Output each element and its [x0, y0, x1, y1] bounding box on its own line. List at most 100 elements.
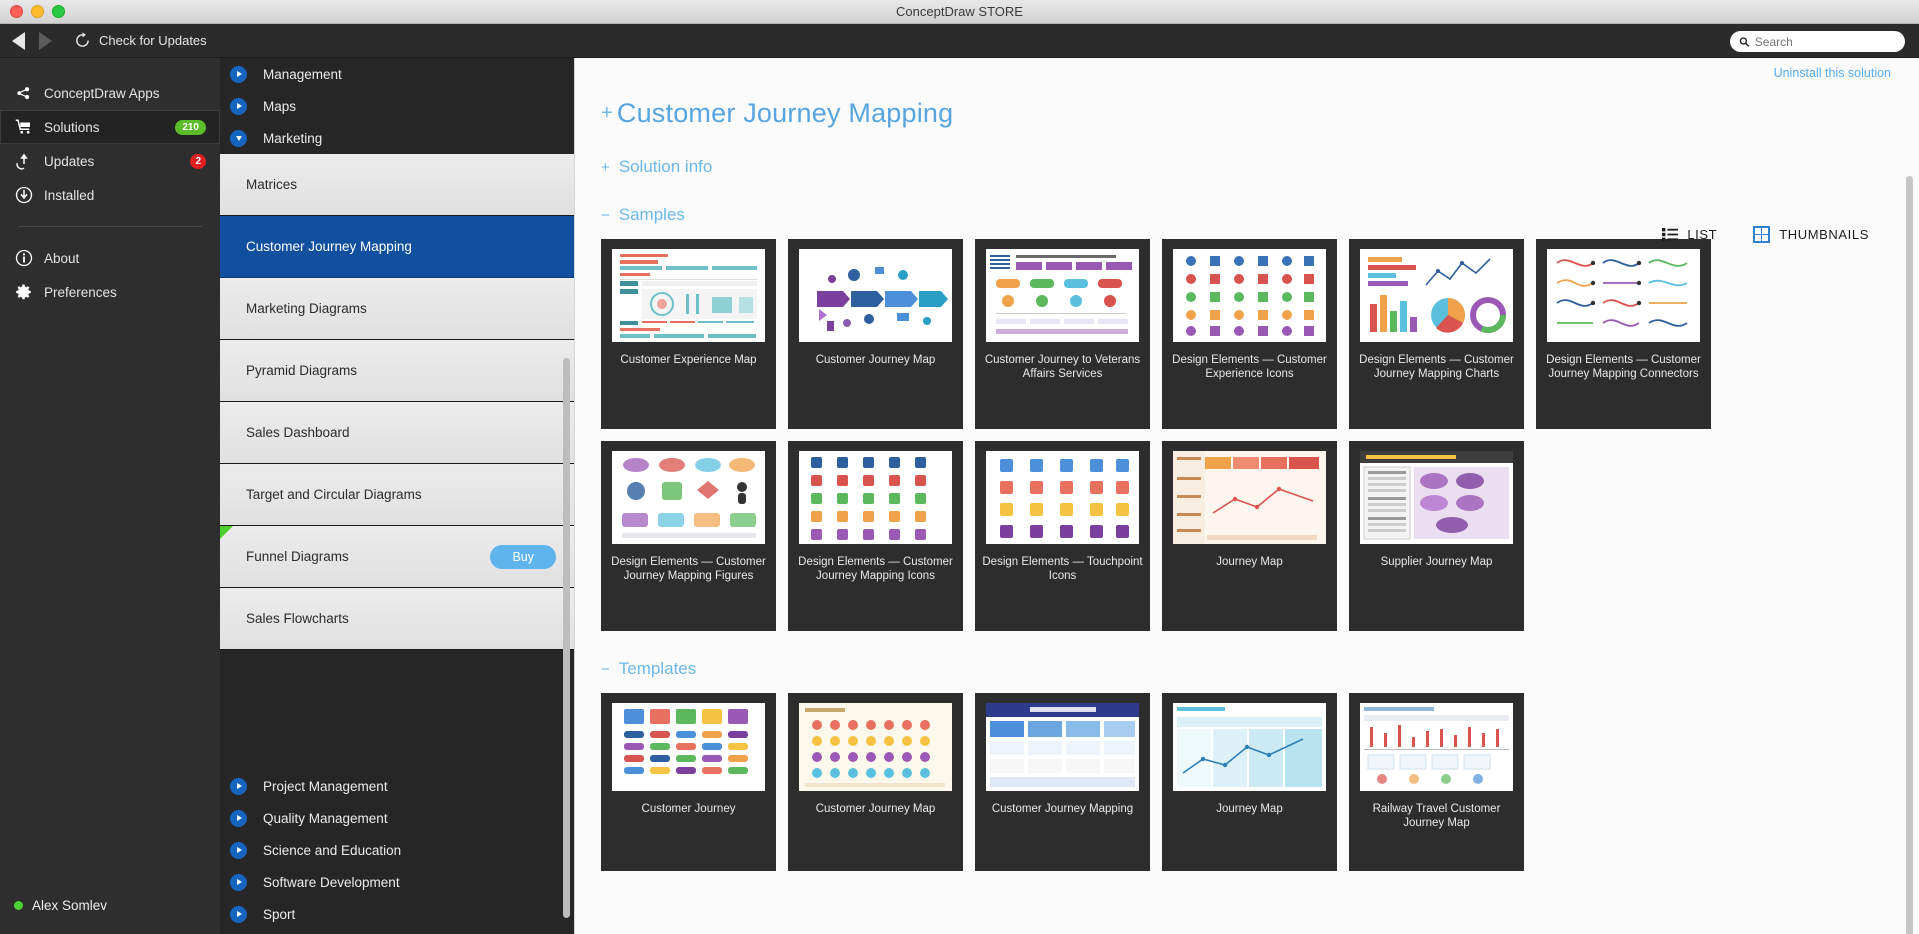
apps-icon: [14, 84, 33, 103]
sidebar-item-preferences[interactable]: Preferences: [0, 275, 220, 309]
sample-card[interactable]: Design Elements — Customer Journey Mappi…: [1349, 239, 1524, 429]
template-card[interactable]: Customer Journey Mapping: [975, 693, 1150, 871]
section-samples[interactable]: − Samples: [575, 205, 1889, 225]
thumbnail-graphic-tpl-map: [799, 703, 952, 791]
refresh-icon: [76, 32, 89, 47]
category-item-sales-flowcharts[interactable]: Sales Flowcharts: [220, 588, 574, 650]
sample-thumbnail: [1360, 451, 1513, 544]
uninstall-solution-link[interactable]: Uninstall this solution: [1774, 66, 1891, 80]
sample-thumbnail: [799, 249, 952, 342]
category-item-pyramid-diagrams[interactable]: Pyramid Diagrams: [220, 340, 574, 402]
view-mode-thumbnails[interactable]: THUMBNAILS: [1753, 226, 1869, 243]
sidebar-item-conceptdraw-apps[interactable]: ConceptDraw Apps: [0, 76, 220, 110]
sample-thumbnail: [799, 451, 952, 544]
chevron-right-icon: [230, 905, 247, 923]
thumbnail-graphic-experience-map: [612, 249, 765, 342]
category-item-list: Matrices Customer Journey Mapping Market…: [220, 154, 574, 770]
category-group-software-development[interactable]: Software Development: [220, 866, 574, 898]
sample-card[interactable]: Customer Journey to Veterans Affairs Ser…: [975, 239, 1150, 429]
category-item-customer-journey-mapping[interactable]: Customer Journey Mapping: [220, 216, 574, 278]
template-card[interactable]: Journey Map: [1162, 693, 1337, 871]
thumbnail-graphic-journey-chart: [1173, 451, 1326, 544]
category-group-marketing[interactable]: Marketing: [220, 122, 574, 154]
download-icon: [14, 186, 33, 205]
category-group-sport[interactable]: Sport: [220, 898, 574, 930]
user-account-row[interactable]: Alex Somlev: [0, 890, 220, 920]
template-label: Customer Journey: [641, 803, 736, 815]
sample-label: Design Elements — Touchpoint Icons: [982, 556, 1143, 582]
search-box[interactable]: [1730, 31, 1905, 52]
view-mode-label: THUMBNAILS: [1779, 227, 1869, 242]
section-expander: −: [601, 207, 610, 224]
sample-card[interactable]: Supplier Journey Map: [1349, 441, 1524, 631]
back-arrow-icon[interactable]: [12, 31, 25, 50]
sample-thumbnail: [612, 451, 765, 544]
category-item-label: Marketing Diagrams: [246, 301, 367, 316]
sample-card[interactable]: Design Elements — Customer Journey Mappi…: [601, 441, 776, 631]
category-item-matrices[interactable]: Matrices: [220, 154, 574, 216]
main-content: Uninstall this solution + Customer Journe…: [575, 58, 1919, 934]
buy-button[interactable]: Buy: [490, 544, 556, 569]
template-card[interactable]: Railway Travel Customer Journey Map: [1349, 693, 1524, 871]
sample-thumbnail: [1173, 451, 1326, 544]
category-group-science-and-education[interactable]: Science and Education: [220, 834, 574, 866]
sample-card[interactable]: Design Elements — Customer Journey Mappi…: [788, 441, 963, 631]
sample-label: Customer Journey to Veterans Affairs Ser…: [984, 354, 1141, 380]
thumbnail-graphic-tpl-railway: [1360, 703, 1513, 791]
category-item-label: Matrices: [246, 177, 298, 192]
category-group-maps[interactable]: Maps: [220, 90, 574, 122]
sample-card[interactable]: Design Elements — Customer Experience Ic…: [1162, 239, 1337, 429]
category-group-label: Science and Education: [263, 842, 402, 858]
sidebar-item-about[interactable]: About: [0, 241, 220, 275]
sidebar-item-solutions[interactable]: Solutions 210: [0, 110, 220, 144]
left-sidebar: ConceptDraw Apps Solutions 210 Updates 2…: [0, 58, 220, 934]
category-group-label: Sport: [263, 906, 296, 922]
search-input[interactable]: [1754, 34, 1896, 49]
chevron-right-icon: [230, 97, 247, 115]
cart-icon: [14, 118, 33, 137]
category-item-marketing-diagrams[interactable]: Marketing Diagrams: [220, 278, 574, 340]
template-thumbnail: [799, 703, 952, 791]
page-title-expander[interactable]: +: [601, 102, 613, 124]
sidebar-primary-nav: ConceptDraw Apps Solutions 210 Updates 2…: [0, 58, 220, 309]
main-content-scrollbar[interactable]: [1906, 176, 1913, 934]
template-thumbnail: [1173, 703, 1326, 791]
sample-card[interactable]: Design Elements — Customer Journey Mappi…: [1536, 239, 1711, 429]
category-group-project-management[interactable]: Project Management: [220, 770, 574, 802]
sample-card[interactable]: Journey Map: [1162, 441, 1337, 631]
sample-card[interactable]: Customer Experience Map: [601, 239, 776, 429]
template-card[interactable]: Customer Journey Map: [788, 693, 963, 871]
category-group-quality-management[interactable]: Quality Management: [220, 802, 574, 834]
category-item-target-and-circular-diagrams[interactable]: Target and Circular Diagrams: [220, 464, 574, 526]
thumbnail-graphic-tpl-mapping: [986, 703, 1139, 791]
info-icon: [14, 249, 33, 268]
sidebar-label: Preferences: [44, 284, 117, 300]
sample-thumbnail: [1547, 249, 1700, 342]
check-for-updates-button[interactable]: Check for Updates: [74, 32, 207, 49]
category-item-label: Target and Circular Diagrams: [246, 487, 422, 502]
thumbnail-graphic-charts: [1360, 249, 1513, 342]
sidebar-item-installed[interactable]: Installed: [0, 178, 220, 212]
chevron-right-icon: [230, 65, 247, 83]
view-mode-toggle: LIST THUMBNAILS: [1662, 226, 1869, 243]
template-card[interactable]: Customer Journey: [601, 693, 776, 871]
category-panel-scrollbar[interactable]: [563, 358, 570, 918]
sidebar-item-updates[interactable]: Updates 2: [0, 144, 220, 178]
sample-card[interactable]: Customer Journey Map: [788, 239, 963, 429]
thumbnail-graphic-icon-grid: [1173, 249, 1326, 342]
category-item-funnel-diagrams[interactable]: Funnel Diagrams Buy: [220, 526, 574, 588]
template-label: Customer Journey Map: [815, 803, 936, 815]
category-item-sales-dashboard[interactable]: Sales Dashboard: [220, 402, 574, 464]
user-status-indicator: [14, 900, 23, 910]
sample-card[interactable]: Design Elements — Touchpoint Icons: [975, 441, 1150, 631]
category-item-label: Pyramid Diagrams: [246, 363, 358, 378]
view-mode-list[interactable]: LIST: [1662, 227, 1717, 242]
section-solution-info[interactable]: + Solution info: [575, 157, 1889, 177]
sample-thumbnail: [986, 451, 1139, 544]
chevron-down-icon: [230, 129, 247, 147]
section-templates[interactable]: − Templates: [575, 659, 1889, 679]
category-group-management[interactable]: Management: [220, 58, 574, 90]
forward-arrow-icon[interactable]: [39, 31, 52, 50]
templates-grid: Customer Journey Customer Journey Map Cu…: [575, 693, 1889, 871]
samples-grid: Customer Experience Map Customer Journey…: [575, 239, 1889, 631]
